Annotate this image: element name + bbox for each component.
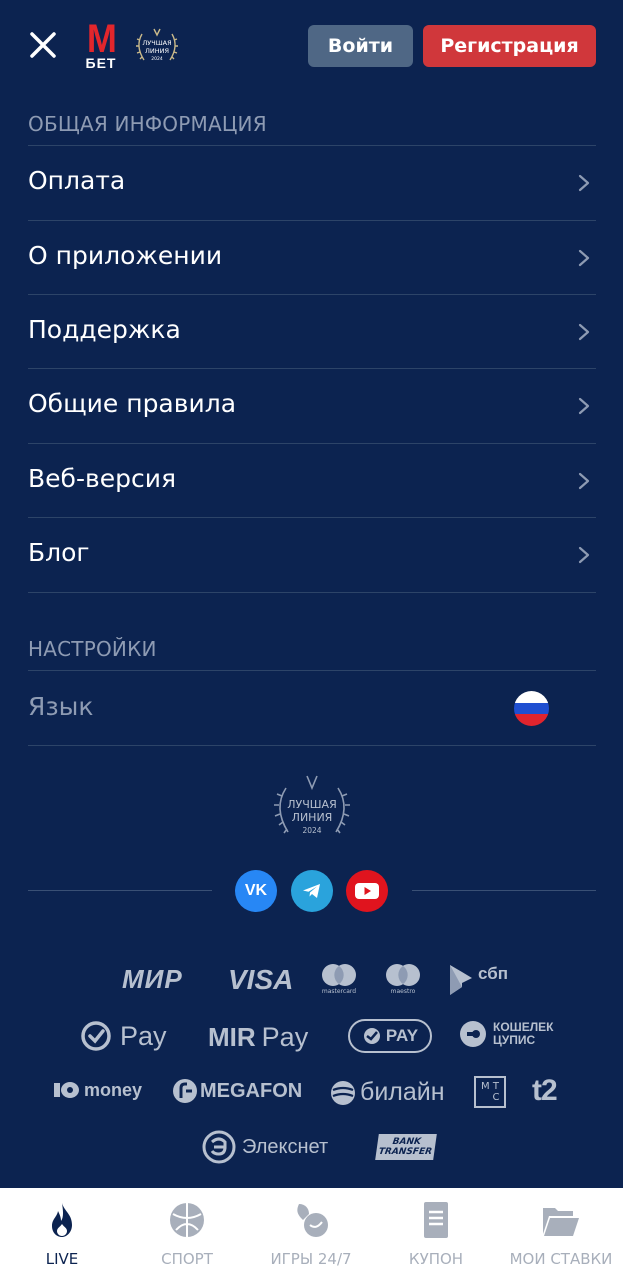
award-small-line1: ЛУЧШАЯ (142, 39, 171, 47)
menu-item-label: Веб-версия (28, 464, 176, 493)
mts-text-1: М Т (481, 1081, 499, 1092)
divider (28, 890, 212, 891)
koshelek-icon (460, 1021, 486, 1047)
nav-label: LIVE (45, 1250, 79, 1268)
mastercard-logo: mastercard (320, 963, 358, 995)
telegram-icon[interactable] (291, 870, 333, 912)
close-icon[interactable] (26, 28, 60, 62)
divider (28, 670, 596, 671)
menu-item-label: Поддержка (28, 315, 181, 344)
nav-item-sport[interactable]: СПОРТ (125, 1188, 249, 1280)
nav-item-my-bets[interactable]: МОИ СТАВКИ (499, 1188, 623, 1280)
menu-item-web-version[interactable]: Веб-версия (0, 444, 623, 518)
megafon-logo: MEGAFON (172, 1078, 302, 1104)
koshelek-tsupis-logo: КОШЕЛЕК ЦУПИС (459, 1020, 553, 1048)
settings-title: НАСТРОЙКИ (28, 637, 157, 661)
nav-label: КУПОН (408, 1250, 464, 1268)
language-label: Язык (28, 692, 94, 721)
mastercard-circles-icon (322, 964, 356, 986)
language-selector[interactable]: Язык (0, 672, 623, 746)
vk-icon-label: VK (244, 882, 268, 899)
sbp-logo: сбп (448, 963, 508, 997)
beeline-icon (331, 1080, 355, 1105)
bottom-navigation: LIVE СПОРТ ИГРЫ 24/7 КУПОН МОИ СТАВКИ (0, 1188, 623, 1280)
menu-item-about-app[interactable]: О приложении (0, 221, 623, 295)
vk-icon[interactable]: VK (235, 870, 277, 912)
logo-m: М (86, 17, 117, 61)
nav-label: ИГРЫ 24/7 (270, 1250, 352, 1268)
maestro-text: maestro (390, 988, 416, 995)
folder-icon (543, 1208, 579, 1236)
sberpay-logo: PAY (348, 1019, 432, 1053)
mts-logo: М Т С (474, 1076, 506, 1108)
russia-flag-icon (514, 691, 549, 726)
telegram-plane-icon (303, 884, 320, 898)
mts-text-2: С (492, 1092, 500, 1103)
award-laurel-icon: ЛУЧШАЯ ЛИНИЯ 2024 (136, 28, 178, 62)
chevron-right-icon (578, 472, 590, 490)
register-button[interactable]: Регистрация (423, 25, 596, 67)
nav-item-live[interactable]: LIVE (0, 1188, 124, 1280)
google-pay-logo: Pay (80, 1020, 167, 1052)
menu-item-label: Оплата (28, 166, 126, 195)
mir-pay-logo: MIR Pay (208, 1022, 309, 1052)
elecsnet-icon (202, 1130, 236, 1164)
t2-logo: t2 (532, 1074, 558, 1107)
yoomoney-icon (54, 1082, 79, 1098)
elecsnet-logo: Элекснет (202, 1130, 328, 1164)
general-info-title: ОБЩАЯ ИНФОРМАЦИЯ (28, 112, 267, 136)
award-big-line1: ЛУЧШАЯ (287, 798, 336, 811)
mastercard-text: mastercard (321, 988, 357, 995)
bank-text-2: TRANSFER (377, 1147, 433, 1157)
nav-label: СПОРТ (161, 1250, 213, 1268)
maestro-logo: maestro (384, 963, 422, 995)
divider (28, 745, 596, 746)
menu-item-label: О приложении (28, 241, 223, 270)
sber-icon (363, 1028, 380, 1044)
nav-label: МОИ СТАВКИ (509, 1250, 613, 1268)
award-big-line2: ЛИНИЯ (292, 811, 333, 824)
youtube-play-icon (355, 883, 379, 899)
menu-item-label: Блог (28, 538, 90, 567)
login-button[interactable]: Войти (308, 25, 413, 67)
chevron-right-icon (578, 397, 590, 415)
chevron-right-icon (578, 323, 590, 341)
coupon-icon (424, 1202, 448, 1238)
header: М БЕТ ЛУЧШАЯ ЛИНИЯ 2024 Войти Регистраци… (0, 0, 623, 92)
mir-logo: МИР (122, 964, 183, 994)
ball-icon (170, 1203, 204, 1237)
chevron-right-icon (578, 174, 590, 192)
visa-logo: VISA (228, 964, 294, 995)
maestro-circles-icon (386, 964, 420, 986)
chevron-right-icon (578, 249, 590, 267)
divider (412, 890, 596, 891)
chevron-right-icon (578, 546, 590, 564)
yoomoney-logo: money (52, 1078, 142, 1102)
youtube-icon[interactable] (346, 870, 388, 912)
bank-text-1: BANK (391, 1137, 422, 1147)
award-small-line2: ЛИНИЯ (145, 47, 169, 55)
nav-item-coupon[interactable]: КУПОН (374, 1188, 498, 1280)
sbp-arrow-icon (450, 965, 472, 995)
logo[interactable]: М БЕТ (78, 17, 124, 72)
award-big-year: 2024 (302, 826, 321, 835)
menu-item-payment[interactable]: Оплата (0, 146, 623, 220)
menu-item-blog[interactable]: Блог (0, 518, 623, 592)
koshelek-text-2: ЦУПИС (493, 1033, 536, 1047)
logo-bet: БЕТ (85, 55, 117, 71)
games-icon (297, 1204, 328, 1237)
menu-item-general-rules[interactable]: Общие правила (0, 369, 623, 443)
menu-item-support[interactable]: Поддержка (0, 295, 623, 369)
nav-item-games[interactable]: ИГРЫ 24/7 (249, 1188, 373, 1280)
award-small-year: 2024 (151, 56, 163, 62)
divider (28, 592, 596, 593)
megafon-icon (173, 1079, 197, 1103)
menu-item-label: Общие правила (28, 389, 237, 418)
bank-transfer-logo: BANK TRANSFER (375, 1134, 437, 1160)
award-laurel-icon: ЛУЧШАЯ ЛИНИЯ 2024 (274, 775, 350, 835)
beeline-logo: билайн (330, 1078, 445, 1107)
fire-icon (52, 1203, 72, 1237)
pay-check-icon (81, 1021, 111, 1051)
